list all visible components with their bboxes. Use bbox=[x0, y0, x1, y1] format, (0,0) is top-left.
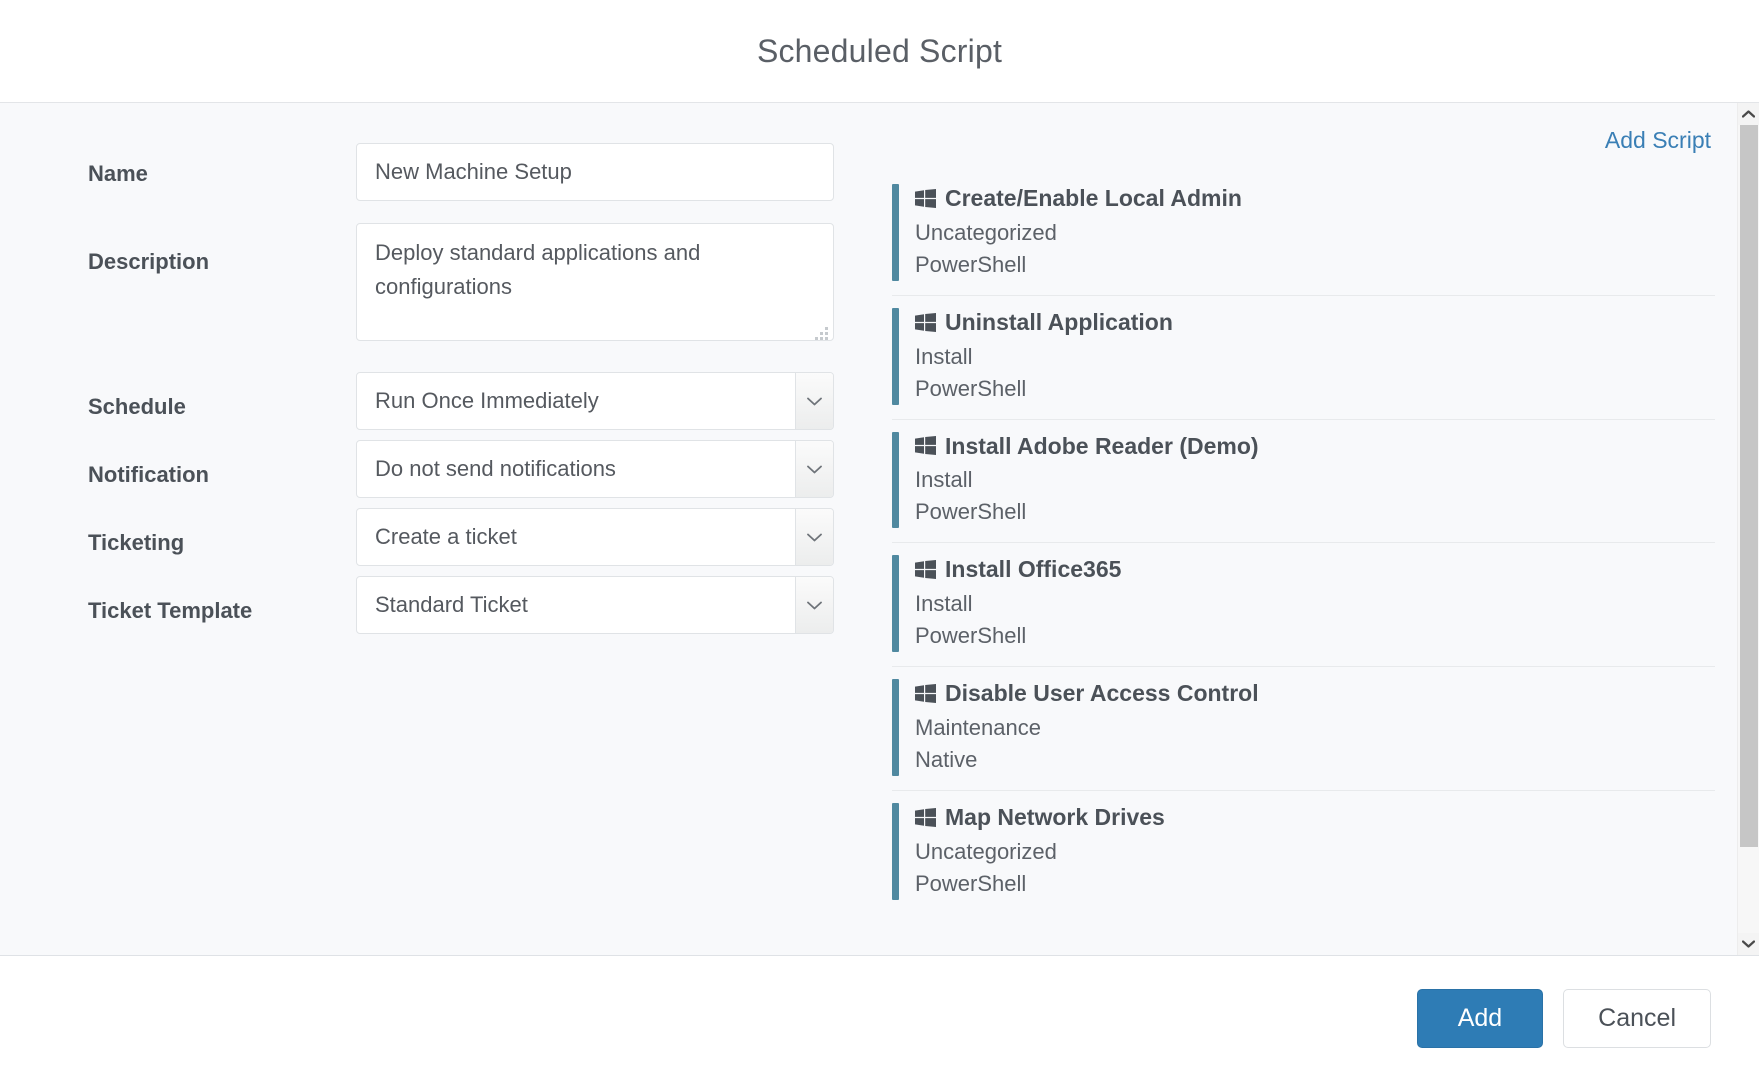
script-item-language: PowerShell bbox=[915, 373, 1715, 405]
windows-icon bbox=[915, 436, 936, 455]
dialog-body: Name Description bbox=[0, 103, 1759, 956]
ticket-template-select[interactable]: Standard Ticket bbox=[356, 576, 834, 634]
notification-select[interactable]: Do not send notifications bbox=[356, 440, 834, 498]
label-ticketing: Ticketing bbox=[88, 508, 356, 556]
vertical-scrollbar[interactable] bbox=[1737, 103, 1759, 955]
script-item-name: Install Office365 bbox=[945, 555, 1121, 584]
script-item-language: PowerShell bbox=[915, 496, 1715, 528]
script-item-name-row: Create/Enable Local Admin bbox=[915, 184, 1715, 213]
description-textarea[interactable] bbox=[356, 223, 834, 341]
chevron-up-icon[interactable] bbox=[1738, 103, 1759, 125]
script-item-category: Maintenance bbox=[915, 712, 1715, 744]
script-accent-bar bbox=[892, 184, 899, 281]
script-item-text: Disable User Access Control MaintenanceNa… bbox=[915, 679, 1715, 776]
label-ticket-template: Ticket Template bbox=[88, 576, 356, 624]
script-item-category: Install bbox=[915, 588, 1715, 620]
scheduled-script-dialog: Scheduled Script Name Description bbox=[0, 0, 1759, 1080]
form-row-description: Description bbox=[88, 223, 880, 346]
script-item-name-row: Disable User Access Control bbox=[915, 679, 1715, 708]
script-item-name: Map Network Drives bbox=[945, 803, 1165, 832]
script-item-text: Install Office365 InstallPowerShell bbox=[915, 555, 1715, 652]
dialog-body-inner: Name Description bbox=[0, 103, 1759, 955]
windows-icon bbox=[915, 684, 936, 703]
script-item-name-row: Uninstall Application bbox=[915, 308, 1715, 337]
add-script-row: Add Script bbox=[892, 127, 1715, 154]
label-name: Name bbox=[88, 143, 356, 187]
chevron-down-icon[interactable] bbox=[795, 373, 833, 429]
form-row-ticketing: Ticketing Create a ticket bbox=[88, 508, 880, 566]
form-row-name: Name bbox=[88, 143, 880, 201]
ticket-template-select-value: Standard Ticket bbox=[357, 592, 795, 618]
add-button[interactable]: Add bbox=[1417, 989, 1543, 1048]
script-accent-bar bbox=[892, 803, 899, 900]
notification-select-value: Do not send notifications bbox=[357, 456, 795, 482]
script-item-category: Install bbox=[915, 464, 1715, 496]
chevron-down-icon[interactable] bbox=[795, 441, 833, 497]
script-item-name: Disable User Access Control bbox=[945, 679, 1259, 708]
label-notification: Notification bbox=[88, 440, 356, 488]
script-item-name: Uninstall Application bbox=[945, 308, 1173, 337]
ticketing-select-value: Create a ticket bbox=[357, 524, 795, 550]
script-item-text: Map Network Drives UncategorizedPowerShel… bbox=[915, 803, 1715, 900]
script-item-language: PowerShell bbox=[915, 620, 1715, 652]
dialog-title: Scheduled Script bbox=[757, 33, 1002, 70]
script-list-item[interactable]: Disable User Access Control MaintenanceNa… bbox=[892, 667, 1715, 791]
cancel-button[interactable]: Cancel bbox=[1563, 989, 1711, 1048]
script-list-item[interactable]: Install Adobe Reader (Demo) InstallPowerS… bbox=[892, 420, 1715, 544]
windows-icon bbox=[915, 313, 936, 332]
field-wrap-description bbox=[356, 223, 834, 346]
script-accent-bar bbox=[892, 679, 899, 776]
script-item-text: Create/Enable Local Admin UncategorizedPo… bbox=[915, 184, 1715, 281]
script-accent-bar bbox=[892, 308, 899, 405]
script-item-category: Uncategorized bbox=[915, 836, 1715, 868]
field-wrap-notification: Do not send notifications bbox=[356, 440, 834, 498]
form-row-schedule: Schedule Run Once Immediately bbox=[88, 372, 880, 430]
script-item-category: Uncategorized bbox=[915, 217, 1715, 249]
schedule-select[interactable]: Run Once Immediately bbox=[356, 372, 834, 430]
script-accent-bar bbox=[892, 432, 899, 529]
windows-icon bbox=[915, 808, 936, 827]
script-list: Create/Enable Local AdminUncategorizedPo… bbox=[892, 172, 1715, 914]
script-item-language: PowerShell bbox=[915, 868, 1715, 900]
field-wrap-schedule: Run Once Immediately bbox=[356, 372, 834, 430]
script-list-item[interactable]: Install Office365 InstallPowerShell bbox=[892, 543, 1715, 667]
script-item-name-row: Install Office365 bbox=[915, 555, 1715, 584]
script-item-language: Native bbox=[915, 744, 1715, 776]
scripts-panel: Add Script Create/Enable Local Admin Unca… bbox=[880, 103, 1759, 955]
label-description: Description bbox=[88, 223, 356, 275]
scrollbar-thumb[interactable] bbox=[1740, 125, 1758, 847]
chevron-down-icon[interactable] bbox=[1738, 933, 1759, 955]
name-input[interactable] bbox=[356, 143, 834, 201]
windows-icon bbox=[915, 560, 936, 579]
script-item-language: PowerShell bbox=[915, 249, 1715, 281]
script-item-name-row: Install Adobe Reader (Demo) bbox=[915, 432, 1715, 461]
script-item-text: Uninstall Application InstallPowerShell bbox=[915, 308, 1715, 405]
chevron-down-icon[interactable] bbox=[795, 509, 833, 565]
script-item-text: Install Adobe Reader (Demo) InstallPowerS… bbox=[915, 432, 1715, 529]
form-row-notification: Notification Do not send notifications bbox=[88, 440, 880, 498]
ticketing-select[interactable]: Create a ticket bbox=[356, 508, 834, 566]
script-item-name: Create/Enable Local Admin bbox=[945, 184, 1242, 213]
windows-icon bbox=[915, 189, 936, 208]
script-item-name-row: Map Network Drives bbox=[915, 803, 1715, 832]
form-row-ticket-template: Ticket Template Standard Ticket bbox=[88, 576, 880, 634]
script-item-name: Install Adobe Reader (Demo) bbox=[945, 432, 1259, 461]
label-schedule: Schedule bbox=[88, 372, 356, 420]
script-list-item[interactable]: Create/Enable Local Admin UncategorizedPo… bbox=[892, 172, 1715, 296]
dialog-footer: Add Cancel bbox=[0, 956, 1759, 1080]
script-accent-bar bbox=[892, 555, 899, 652]
dialog-header: Scheduled Script bbox=[0, 0, 1759, 103]
add-script-link[interactable]: Add Script bbox=[1605, 127, 1711, 154]
script-list-item[interactable]: Map Network Drives UncategorizedPowerShel… bbox=[892, 791, 1715, 914]
script-form: Name Description bbox=[0, 103, 880, 955]
field-wrap-ticket-template: Standard Ticket bbox=[356, 576, 834, 634]
chevron-down-icon[interactable] bbox=[795, 577, 833, 633]
scrollbar-track[interactable] bbox=[1738, 125, 1759, 933]
field-wrap-ticketing: Create a ticket bbox=[356, 508, 834, 566]
schedule-select-value: Run Once Immediately bbox=[357, 388, 795, 414]
field-wrap-name bbox=[356, 143, 834, 201]
script-item-category: Install bbox=[915, 341, 1715, 373]
script-list-item[interactable]: Uninstall Application InstallPowerShell bbox=[892, 296, 1715, 420]
